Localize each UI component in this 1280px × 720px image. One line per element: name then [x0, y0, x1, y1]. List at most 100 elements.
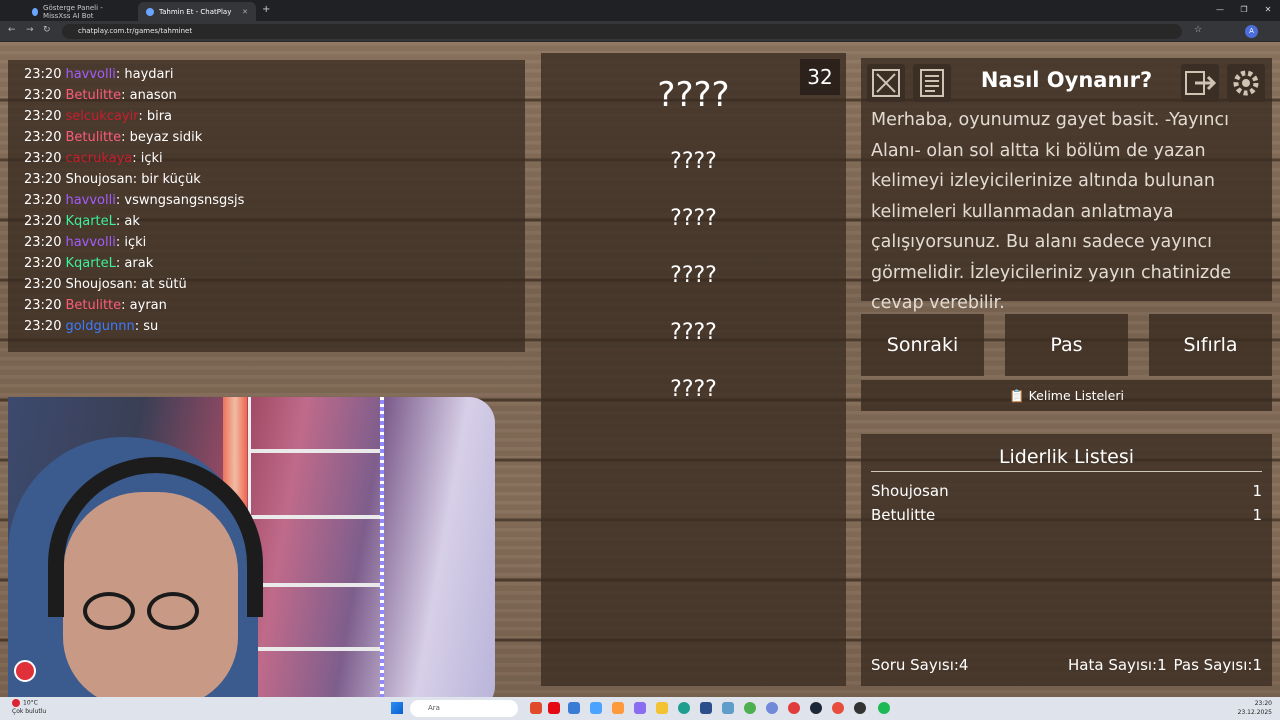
start-icon[interactable]: [391, 702, 403, 714]
chat-message: 23:20 Shoujosan: bir küçük: [24, 169, 525, 190]
chrome-icon[interactable]: [744, 702, 756, 714]
minimize-icon[interactable]: —: [1208, 0, 1232, 21]
forward-icon[interactable]: →: [26, 25, 34, 35]
leaderboard-score: 1: [1252, 482, 1262, 500]
folder-icon[interactable]: [656, 702, 668, 714]
glasses: [83, 592, 203, 632]
chat-text: : beyaz sidik: [121, 130, 203, 145]
system-clock[interactable]: 23:20 23.12.2025: [1238, 699, 1272, 717]
chat-username[interactable]: Shoujosan: [65, 172, 132, 187]
leaderboard-panel: Liderlik Listesi Shoujosan 1 Betulitte 1…: [861, 434, 1272, 686]
app-icon[interactable]: [590, 702, 602, 714]
led-strip: [380, 397, 384, 712]
chat-panel: 23:20 havvolli: haydari 23:20 Betulitte: an…: [8, 60, 525, 352]
chat-message: 23:20 Shoujosan: at sütü: [24, 274, 525, 295]
app-icon[interactable]: [612, 702, 624, 714]
word-lists-button[interactable]: 📋 Kelime Listeleri: [861, 380, 1272, 411]
chat-time: 23:20: [24, 277, 62, 292]
chat-username[interactable]: Betulitte: [65, 298, 121, 313]
profile-avatar[interactable]: A: [1245, 25, 1258, 38]
back-icon[interactable]: ←: [8, 25, 16, 35]
window-controls: — ❐ ✕: [1208, 0, 1280, 21]
chat-time: 23:20: [24, 109, 62, 124]
chat-username[interactable]: Betulitte: [65, 88, 121, 103]
gear-icon[interactable]: [1227, 64, 1265, 102]
app-icon[interactable]: [634, 702, 646, 714]
chat-time: 23:20: [24, 88, 62, 103]
chat-text: : haydari: [115, 67, 174, 82]
chat-time: 23:20: [24, 151, 62, 166]
chat-text: : anason: [121, 88, 177, 103]
tab-dashboard[interactable]: Gösterge Paneli - MissXss AI Bot: [24, 2, 136, 21]
restore-icon[interactable]: ❐: [1232, 0, 1256, 21]
steam-icon[interactable]: [810, 702, 822, 714]
chat-text: : içki: [115, 235, 147, 250]
chat-time: 23:20: [24, 67, 62, 82]
chat-username[interactable]: Betulitte: [65, 130, 121, 145]
chat-time: 23:20: [24, 172, 62, 187]
question-count: Soru Sayısı:4: [871, 656, 969, 674]
discord-icon[interactable]: [766, 702, 778, 714]
netflix-icon[interactable]: [548, 702, 560, 714]
next-button[interactable]: Sonraki: [861, 314, 984, 376]
chat-time: 23:20: [24, 214, 62, 229]
app-icon[interactable]: [722, 702, 734, 714]
browser-tab-bar: Gösterge Paneli - MissXss AI Bot Tahmin …: [0, 0, 1280, 21]
record-icon[interactable]: [14, 660, 36, 682]
chat-username[interactable]: havvolli: [65, 67, 115, 82]
chat-text: : bir küçük: [132, 172, 201, 187]
taskbar-search[interactable]: Ara: [410, 700, 518, 717]
shelf: [248, 397, 383, 712]
app-icon[interactable]: [568, 702, 580, 714]
clock-time: 23:20: [1254, 700, 1272, 707]
reload-icon[interactable]: ↻: [43, 25, 51, 35]
error-count: Hata Sayısı:1: [1068, 656, 1167, 674]
new-tab-icon[interactable]: +: [262, 4, 270, 15]
weather-widget[interactable]: 10°C Çok bulutlu: [12, 699, 46, 716]
close-tab-icon[interactable]: ✕: [242, 8, 248, 16]
leaderboard-name: Shoujosan: [871, 482, 949, 500]
chat-username[interactable]: Shoujosan: [65, 277, 132, 292]
chat-text: : ayran: [121, 298, 167, 313]
chat-message: 23:20 Betulitte: beyaz sidik: [24, 127, 525, 148]
words-panel: ???? ???? ???? ???? ???? ???? 32: [541, 53, 846, 686]
obs-icon[interactable]: [854, 702, 866, 714]
app-icon[interactable]: [832, 702, 844, 714]
hidden-word: ????: [670, 377, 717, 402]
chat-time: 23:20: [24, 319, 62, 334]
hidden-word: ????: [670, 149, 717, 174]
pass-button[interactable]: Pas: [1005, 314, 1128, 376]
webcam-feed: [8, 397, 495, 712]
exit-icon[interactable]: [1181, 64, 1219, 102]
reset-button[interactable]: Sıfırla: [1149, 314, 1272, 376]
chat-username[interactable]: KqarteL: [65, 214, 115, 229]
bookmark-star-icon[interactable]: ☆: [1194, 25, 1202, 35]
tab-favicon-icon: [32, 7, 39, 16]
chat-time: 23:20: [24, 298, 62, 313]
chat-username[interactable]: cacrukaya: [65, 151, 132, 166]
spotify-icon[interactable]: [878, 702, 890, 714]
close-window-icon[interactable]: ✕: [1256, 0, 1280, 21]
chat-time: 23:20: [24, 130, 62, 145]
chat-username[interactable]: KqarteL: [65, 256, 115, 271]
chat-message: 23:20 Betulitte: ayran: [24, 295, 525, 316]
hidden-word: ????: [670, 263, 717, 288]
chat-username[interactable]: goldgunnn: [65, 319, 134, 334]
chat-username[interactable]: havvolli: [65, 193, 115, 208]
app-icon[interactable]: [700, 702, 712, 714]
chat-username[interactable]: havvolli: [65, 235, 115, 250]
opera-icon[interactable]: [788, 702, 800, 714]
chat-message: 23:20 KqarteL: arak: [24, 253, 525, 274]
chat-username[interactable]: selcukcayir: [65, 109, 138, 124]
edge-icon[interactable]: [678, 702, 690, 714]
tab-tahmin-et[interactable]: Tahmin Et - ChatPlay ✕: [138, 2, 256, 21]
leaderboard-title: Liderlik Listesi: [871, 446, 1262, 472]
chat-text: : bira: [138, 109, 172, 124]
leaderboard-row: Betulitte 1: [871, 506, 1262, 524]
tab-title: Tahmin Et - ChatPlay: [159, 7, 232, 16]
chat-message: 23:20 cacrukaya: içki: [24, 148, 525, 169]
url-input[interactable]: chatplay.com.tr/games/tahminet: [62, 24, 1182, 39]
chat-message: 23:20 selcukcayir: bira: [24, 106, 525, 127]
how-to-play-text: Merhaba, oyunumuz gayet basit. -Yayıncı …: [871, 110, 1232, 313]
app-icon[interactable]: [530, 702, 542, 714]
